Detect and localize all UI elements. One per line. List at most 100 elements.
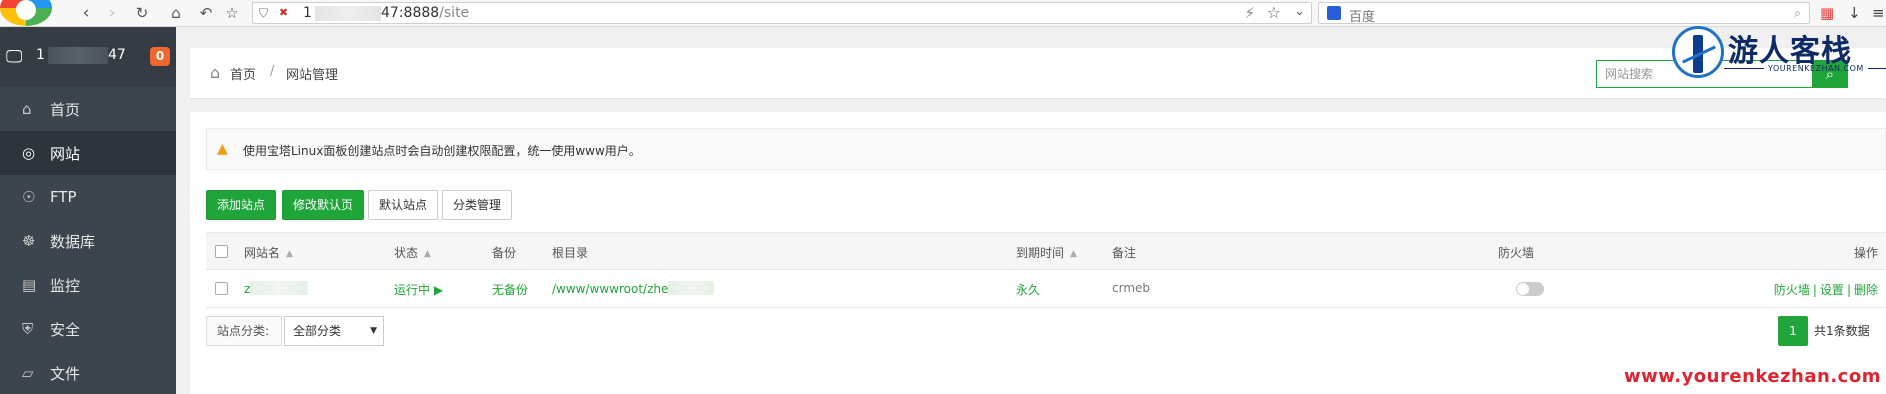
breadcrumb-separator: / — [270, 64, 275, 79]
play-icon: ▶ — [433, 283, 444, 297]
reload-icon[interactable]: ↻ — [132, 3, 152, 23]
header-remark: 备注 — [1112, 246, 1137, 260]
status-running[interactable]: 运行中 ▶ — [394, 281, 443, 298]
add-site-button[interactable]: 添加站点 — [206, 190, 277, 220]
shield-icon: ⛨ — [22, 320, 34, 338]
browser-toolbar: ‹ › ↻ ⌂ ↶ ☆ ⛉ ✖ 1 47:8888/site ⚡ ☆ ⌄ 百度 … — [0, 0, 1886, 27]
edit-default-page-button[interactable]: 修改默认页 — [282, 190, 365, 220]
sidebar-item-label: 安全 — [50, 320, 81, 339]
baidu-paw-icon[interactable] — [1327, 6, 1341, 20]
breadcrumb-bar: ⌂ 首页 / 网站管理 ⌕ — [190, 48, 1886, 98]
lightning-icon[interactable]: ⚡ — [1244, 4, 1255, 22]
sidebar-item-files[interactable]: ▱ 文件 — [0, 351, 176, 394]
sidebar-item-label: 数据库 — [50, 232, 96, 251]
category-select-value: 全部分类 — [293, 324, 342, 338]
default-site-button[interactable]: 默认站点 — [368, 190, 439, 220]
sidebar: 🖵 1 47 0 ⌂ 首页 ◎ 网站 ☉ FTP ☸ 数据库 ▤ 监控 ⛨ 安全… — [0, 27, 176, 394]
info-alert: ▲ 使用宝塔Linux面板创建站点时会自动创建权限配置，统一使用www用户。 — [206, 128, 1886, 170]
redacted-block — [315, 6, 381, 21]
database-icon: ☸ — [22, 232, 36, 250]
backup-link[interactable]: 无备份 — [492, 281, 528, 298]
sidebar-item-label: 监控 — [50, 276, 81, 295]
settings-link[interactable]: 设置 — [1820, 283, 1844, 297]
row-checkbox[interactable] — [215, 282, 228, 295]
sort-up-icon: ▲ — [1070, 249, 1077, 259]
header-site-name[interactable]: 网站名 ▲ — [244, 244, 293, 261]
browser-search-placeholder: 百度 — [1349, 10, 1376, 25]
insecure-lock-icon[interactable]: ✖ — [279, 6, 288, 19]
header-label: 网站名 — [244, 246, 281, 260]
watermark-subtitle: YOURENKEZHAN.COM — [1724, 64, 1886, 73]
sidebar-item-label: 网站 — [50, 144, 81, 163]
url-path: /site — [439, 5, 470, 21]
sidebar-item-label: 首页 — [50, 100, 81, 119]
bookmark-star-icon[interactable]: ☆ — [222, 3, 242, 23]
sidebar-item-home[interactable]: ⌂ 首页 — [0, 87, 176, 131]
url-prefix: 1 — [303, 5, 312, 21]
category-select[interactable]: 全部分类 ▼ — [284, 316, 384, 346]
sort-up-icon: ▲ — [286, 249, 293, 259]
shield-icon: ⛉ — [259, 6, 269, 20]
home-icon: ⌂ — [22, 100, 32, 118]
folder-icon: ▱ — [22, 364, 34, 382]
header-backup: 备份 — [492, 246, 517, 260]
menu-icon[interactable]: ≡ — [1872, 4, 1885, 22]
chevron-down-icon[interactable]: ⌄ — [1294, 4, 1305, 19]
sidebar-item-label: 文件 — [50, 364, 81, 383]
sidebar-item-ftp[interactable]: ☉ FTP — [0, 175, 176, 219]
pagination-total: 共1条数据 — [1814, 324, 1870, 338]
page-title: 网站管理 — [286, 68, 339, 83]
sidebar-item-monitor[interactable]: ▤ 监控 — [0, 263, 176, 307]
server-ip-prefix: 1 — [36, 47, 45, 63]
page-button-current[interactable]: 1 — [1778, 316, 1808, 346]
sidebar-item-database[interactable]: ☸ 数据库 — [0, 219, 176, 263]
status-text: 运行中 — [394, 283, 431, 297]
redacted-block — [250, 281, 309, 295]
table-header: 网站名 ▲ 状态 ▲ 备份 根目录 到期时间 ▲ 备注 防火墙 操作 — [206, 232, 1886, 270]
warning-icon: ▲ — [217, 141, 228, 157]
expire-link[interactable]: 永久 — [1016, 281, 1040, 298]
header-root-dir: 根目录 — [552, 246, 589, 260]
globe-icon: ◎ — [22, 144, 36, 162]
breadcrumb-home-link[interactable]: 首页 — [230, 64, 256, 83]
undo-icon[interactable]: ↶ — [196, 3, 216, 23]
firewall-toggle[interactable] — [1516, 282, 1544, 296]
site-management-panel: ▲ 使用宝塔Linux面板创建站点时会自动创建权限配置，统一使用www用户。 添… — [190, 112, 1886, 394]
forward-icon[interactable]: › — [102, 3, 122, 23]
site-name-link[interactable]: z — [244, 281, 309, 296]
download-icon[interactable]: ↓ — [1848, 4, 1861, 22]
monitor-chart-icon: ▤ — [22, 276, 37, 294]
redacted-block — [48, 47, 108, 64]
delete-link[interactable]: 删除 — [1854, 283, 1878, 297]
category-manage-button[interactable]: 分类管理 — [442, 190, 513, 220]
back-icon[interactable]: ‹ — [76, 3, 96, 23]
search-icon[interactable]: ⌕ — [1794, 6, 1801, 21]
root-dir-link[interactable]: /www/wwwroot/zhe — [552, 281, 715, 296]
server-ip-suffix: 47 — [108, 47, 126, 63]
browser-search-box[interactable]: 百度 ⌕ — [1318, 2, 1810, 25]
apps-grid-icon[interactable]: ▦ — [1820, 4, 1834, 22]
sidebar-item-website[interactable]: ◎ 网站 — [0, 131, 176, 175]
watermark-logo: 游人客栈 YOURENKEZHAN.COM — [1664, 24, 1886, 84]
notification-badge[interactable]: 0 — [150, 47, 170, 66]
select-all-checkbox[interactable] — [215, 245, 228, 258]
address-bar[interactable]: ⛉ ✖ 1 47:8888/site ⚡ ☆ ⌄ — [252, 2, 1312, 24]
header-label: 状态 — [394, 246, 419, 260]
sidebar-item-label: FTP — [50, 188, 77, 206]
header-status[interactable]: 状态 ▲ — [394, 244, 431, 261]
firewall-link[interactable]: 防火墙 — [1774, 283, 1810, 297]
row-actions: 防火墙 | 设置 | 删除 — [1774, 281, 1878, 298]
home-icon[interactable]: ⌂ — [166, 3, 186, 23]
favorite-star-icon[interactable]: ☆ — [1267, 3, 1281, 22]
root-dir-text: /www/wwwroot/zhe — [552, 282, 669, 296]
redacted-block — [668, 281, 715, 295]
header-expire[interactable]: 到期时间 ▲ — [1016, 244, 1077, 261]
remark-field[interactable]: crmeb — [1112, 281, 1150, 295]
home-icon[interactable]: ⌂ — [210, 63, 220, 82]
ftp-icon: ☉ — [22, 188, 36, 206]
sidebar-item-security[interactable]: ⛨ 安全 — [0, 307, 176, 351]
watermark-emblem-icon — [1672, 26, 1724, 78]
filter-label: 站点分类: — [206, 316, 282, 346]
browser-logo-icon — [0, 0, 52, 26]
header-label: 到期时间 — [1016, 246, 1065, 260]
